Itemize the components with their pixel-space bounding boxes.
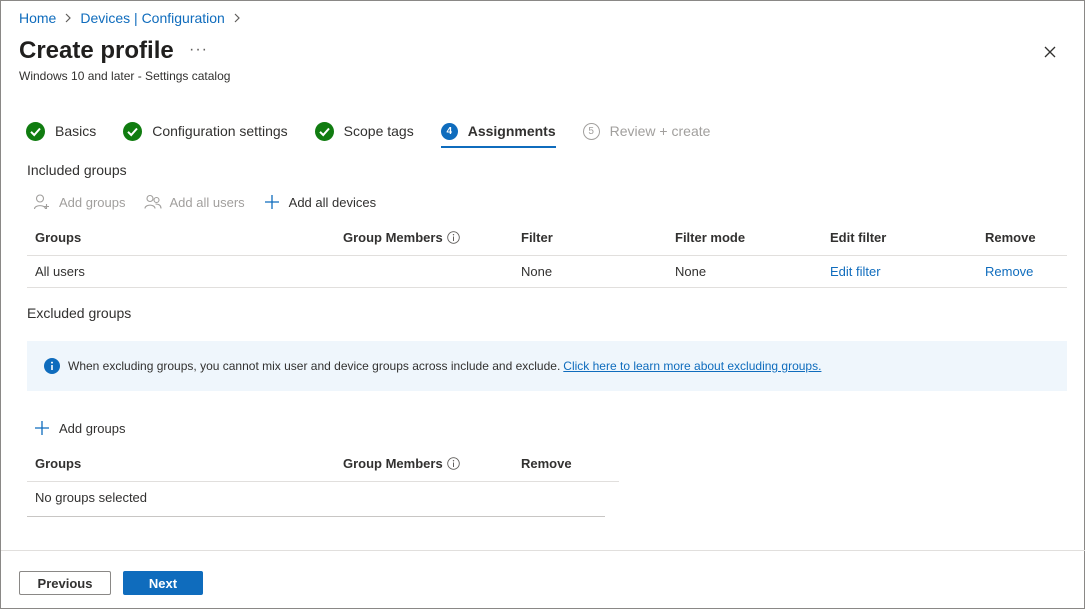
add-groups-button[interactable]: Add groups: [33, 193, 126, 211]
remove-link[interactable]: Remove: [985, 264, 1033, 279]
included-command-bar: Add groups Add all users Add all devices: [33, 193, 394, 211]
group-members-cell: [335, 255, 513, 288]
breadcrumb-devices-configuration[interactable]: Devices | Configuration: [80, 10, 224, 26]
step-review-create[interactable]: 5 Review + create: [582, 119, 711, 143]
step-scope-tags[interactable]: Scope tags: [314, 119, 414, 143]
column-header-filter-mode: Filter mode: [667, 221, 822, 256]
group-name-cell: All users: [27, 255, 335, 288]
info-banner: When excluding groups, you cannot mix us…: [27, 341, 1067, 391]
table-row-empty: No groups selected: [27, 481, 619, 513]
step-label: Basics: [55, 123, 97, 139]
step-label: Assignments: [467, 123, 556, 139]
add-groups-label: Add groups: [59, 420, 126, 436]
plus-icon: [33, 419, 51, 437]
column-header-filter: Filter: [513, 221, 667, 256]
chevron-right-icon: [233, 13, 241, 23]
people-icon: [143, 193, 162, 211]
create-profile-panel: Home Devices | Configuration Create prof…: [0, 0, 1085, 609]
column-header-group-members: Group Members: [335, 447, 513, 482]
add-all-users-label: Add all users: [169, 194, 245, 210]
column-header-remove: Remove: [513, 447, 619, 482]
add-all-devices-label: Add all devices: [288, 194, 377, 210]
checkmark-circle-icon: [314, 121, 334, 141]
more-options-button[interactable]: ···: [189, 41, 208, 59]
previous-button[interactable]: Previous: [19, 571, 111, 595]
filter-cell: None: [513, 255, 667, 288]
add-excluded-groups-button[interactable]: Add groups: [33, 419, 126, 437]
step-number-badge: 5: [582, 122, 600, 140]
column-header-label: Group Members: [343, 456, 443, 472]
column-header-remove: Remove: [977, 221, 1067, 256]
add-groups-label: Add groups: [59, 194, 126, 210]
divider: [27, 516, 605, 517]
step-label: Review + create: [609, 123, 711, 139]
included-groups-table: Groups Group Members Filter Filter mode …: [27, 221, 1067, 288]
page-subtitle: Windows 10 and later - Settings catalog: [19, 69, 231, 83]
info-icon[interactable]: [446, 231, 460, 245]
column-header-edit-filter: Edit filter: [822, 221, 977, 256]
checkmark-circle-icon: [26, 121, 45, 141]
included-groups-heading: Included groups: [27, 162, 127, 178]
add-all-users-button[interactable]: Add all users: [143, 193, 245, 211]
footer-divider: [1, 550, 1085, 551]
column-header-label: Group Members: [343, 230, 443, 246]
learn-more-link[interactable]: Click here to learn more about excluding…: [563, 359, 821, 373]
plus-icon: [263, 193, 281, 211]
page-title: Create profile: [19, 37, 174, 64]
excluded-groups-table: Groups Group Members Remove No groups se…: [27, 447, 619, 513]
step-number-badge: 4: [440, 122, 458, 140]
column-header-groups: Groups: [27, 221, 335, 256]
breadcrumb: Home Devices | Configuration: [19, 10, 249, 26]
add-person-icon: [33, 193, 51, 211]
add-all-devices-button[interactable]: Add all devices: [263, 193, 376, 211]
table-header-row: Groups Group Members Filter Filter mode …: [27, 221, 1067, 256]
edit-filter-link[interactable]: Edit filter: [830, 264, 881, 279]
step-label: Scope tags: [343, 123, 414, 139]
breadcrumb-home[interactable]: Home: [19, 10, 56, 26]
banner-text: When excluding groups, you cannot mix us…: [68, 359, 561, 373]
info-icon: [44, 358, 60, 374]
column-header-groups: Groups: [27, 447, 335, 482]
excluded-groups-heading: Excluded groups: [27, 305, 132, 321]
step-configuration-settings[interactable]: Configuration settings: [123, 119, 288, 143]
step-label: Configuration settings: [152, 123, 288, 139]
step-basics[interactable]: Basics: [26, 119, 96, 143]
close-icon: [1044, 46, 1056, 58]
table-header-row: Groups Group Members Remove: [27, 447, 619, 482]
empty-state-text: No groups selected: [35, 489, 148, 505]
table-row: All users None None Edit filter Remove: [27, 255, 1067, 288]
excluded-command-bar: Add groups: [33, 419, 144, 437]
close-button[interactable]: [1041, 43, 1059, 61]
wizard-steps: Basics Configuration settings Scope tags…: [26, 119, 737, 148]
step-assignments[interactable]: 4 Assignments: [440, 119, 556, 148]
next-button[interactable]: Next: [123, 571, 203, 595]
info-icon[interactable]: [446, 457, 460, 471]
filter-mode-cell: None: [667, 255, 822, 288]
chevron-right-icon: [64, 13, 72, 23]
checkmark-circle-icon: [123, 121, 143, 141]
column-header-group-members: Group Members: [335, 221, 513, 256]
